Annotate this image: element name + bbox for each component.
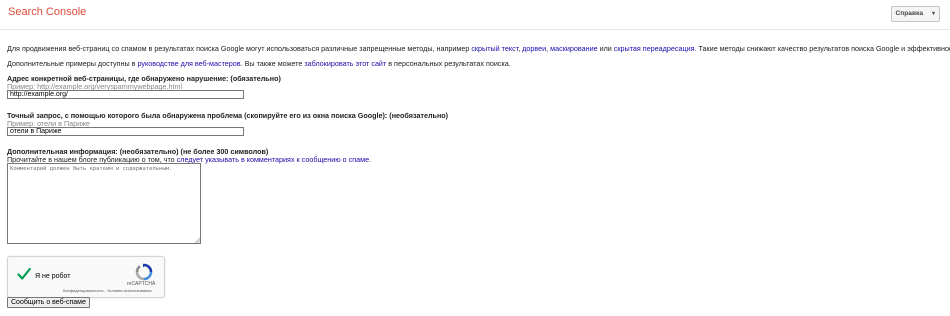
- info-note-text: .: [369, 155, 372, 164]
- link-doorways[interactable]: дорвеи: [522, 44, 546, 53]
- intro-paragraph: Для продвижения веб-страниц со спамом в …: [7, 44, 950, 53]
- examples-text: . Вы также можете: [240, 59, 305, 68]
- resize-grip-icon[interactable]: [194, 237, 200, 243]
- recaptcha-brand: reCAPTCHA: [127, 281, 156, 287]
- search-console-logo[interactable]: Search Console: [8, 6, 86, 18]
- examples-paragraph: Дополнительные примеры доступны в руково…: [7, 59, 511, 68]
- intro-text: . Такие методы снижают качество результа…: [694, 44, 950, 53]
- intro-text: или: [597, 44, 614, 53]
- examples-text: в персональных результатах поиска.: [386, 59, 511, 68]
- link-cloaking[interactable]: маскирование: [550, 44, 597, 53]
- top-bar: Search Console Справка ▾: [0, 0, 950, 30]
- examples-text: Дополнительные примеры доступны в: [7, 59, 138, 68]
- link-sneaky-redirect[interactable]: скрытая переадресация: [614, 44, 695, 53]
- help-button[interactable]: Справка ▾: [890, 6, 940, 22]
- chevron-down-icon: ▾: [931, 11, 935, 17]
- submit-spam-report-button[interactable]: Сообщить о веб-спаме: [7, 297, 90, 308]
- link-hidden-text[interactable]: скрытый текст: [471, 44, 518, 53]
- query-input[interactable]: [7, 127, 244, 136]
- link-blog-post[interactable]: следует указывать в комментариях к сообщ…: [177, 155, 369, 164]
- link-block-site[interactable]: заблокировать этот сайт: [304, 59, 386, 68]
- url-input[interactable]: [7, 90, 244, 99]
- intro-text: Для продвижения веб-страниц со спамом в …: [7, 44, 472, 53]
- recaptcha-widget: Я не робот reCAPTCHA Конфиденциальность …: [7, 256, 165, 298]
- recaptcha-label: Я не робот: [35, 273, 71, 280]
- recaptcha-logo-icon: [135, 263, 153, 281]
- comment-textarea[interactable]: [7, 163, 201, 244]
- recaptcha-links[interactable]: Конфиденциальность - Условия использован…: [63, 288, 152, 293]
- checkmark-icon[interactable]: [17, 267, 31, 281]
- help-button-label: Справка: [895, 10, 923, 17]
- link-webmaster-guidelines[interactable]: руководстве для веб-мастеров: [138, 59, 241, 68]
